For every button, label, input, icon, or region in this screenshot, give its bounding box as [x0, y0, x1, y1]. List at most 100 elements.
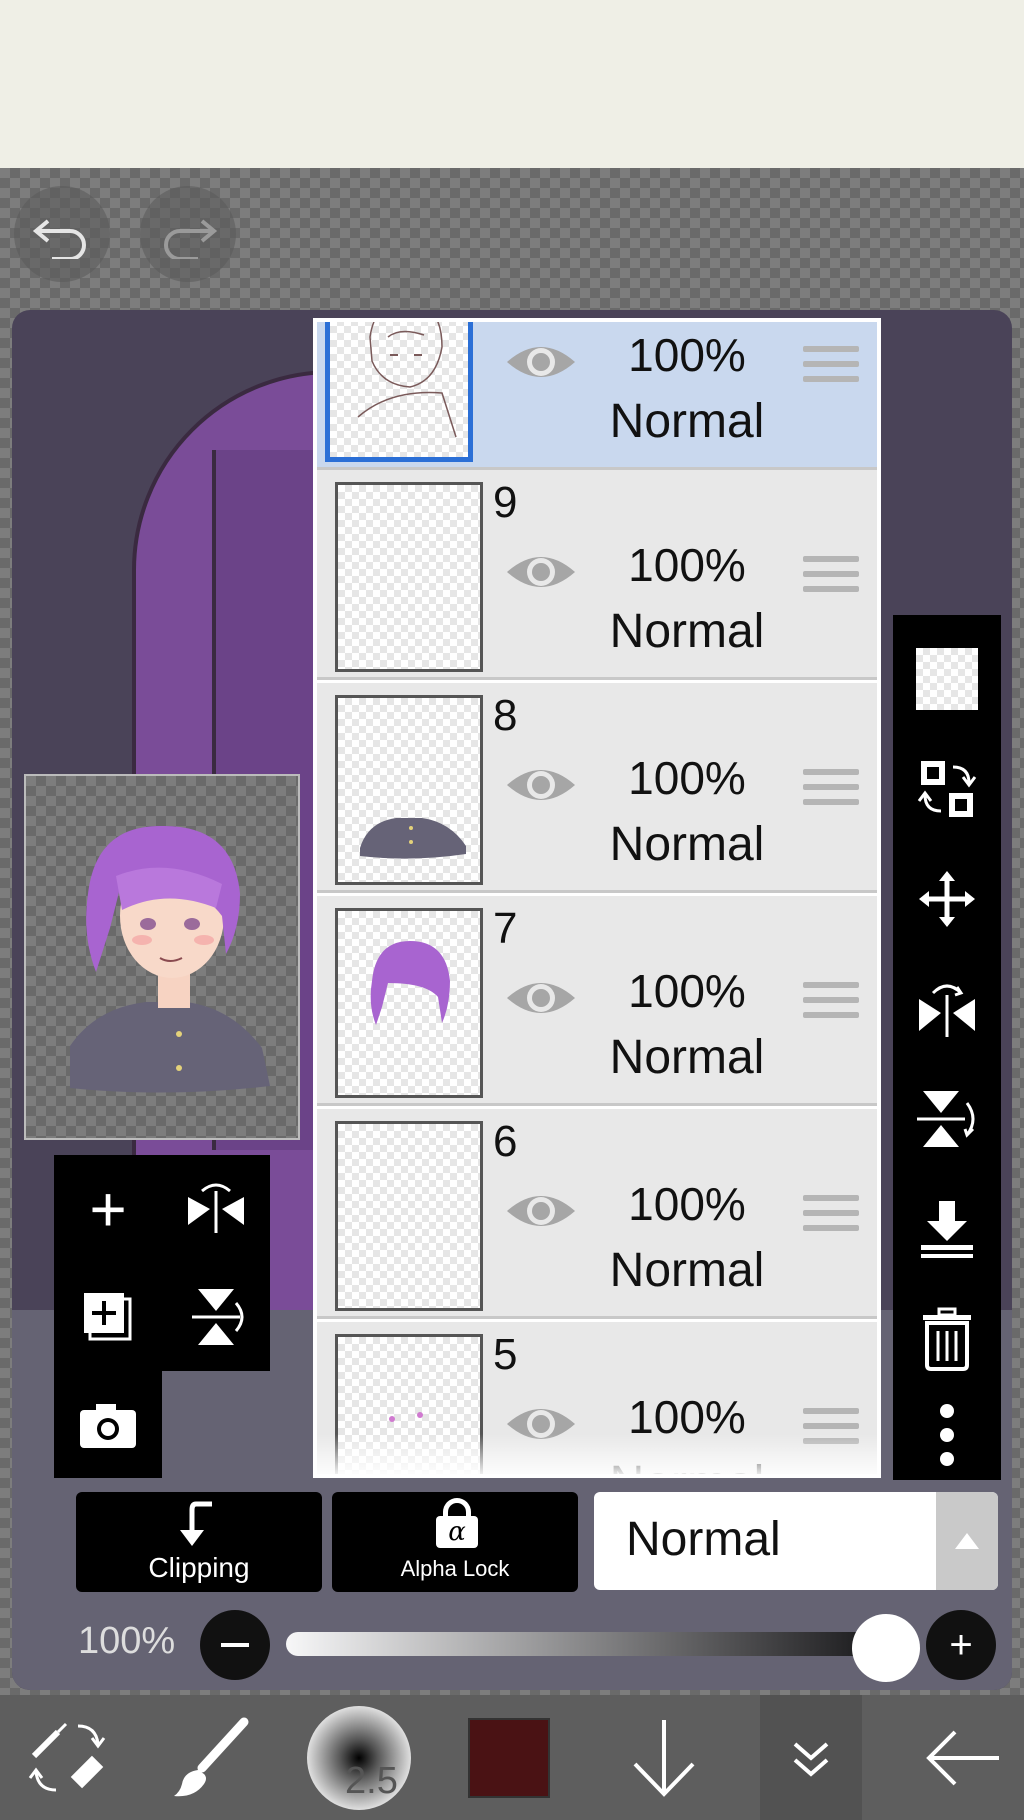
duplicate-layer-icon	[84, 1293, 132, 1341]
layers-list[interactable]: 100% Normal 9 100% Normal 8 100% Normal	[313, 318, 881, 1478]
undo-button[interactable]	[14, 186, 110, 282]
layer-number: 8	[493, 691, 518, 740]
flip-vertical-button[interactable]	[162, 1263, 270, 1371]
triangle-up-icon	[955, 1533, 979, 1549]
more-options-button[interactable]	[903, 1395, 991, 1475]
add-layer-button[interactable]: +	[54, 1155, 162, 1263]
swap-layers-button[interactable]	[903, 745, 991, 833]
opacity-increase-button[interactable]: +	[926, 1610, 996, 1680]
drag-handle-icon[interactable]	[803, 346, 859, 394]
opacity-slider-knob[interactable]	[852, 1614, 920, 1682]
layer-tools-panel: +	[54, 1155, 270, 1478]
pen-eraser-swap-icon	[28, 1722, 106, 1791]
clipping-label: Clipping	[148, 1552, 250, 1583]
delete-layer-button[interactable]	[903, 1295, 991, 1383]
double-chevron-down-icon	[793, 1741, 829, 1777]
blend-mode-value: Normal	[626, 1513, 781, 1566]
layer-down-button[interactable]	[614, 1695, 714, 1820]
opacity-slider-track[interactable]	[286, 1632, 906, 1656]
collapse-button[interactable]	[760, 1695, 862, 1820]
minus-icon	[221, 1643, 249, 1647]
tool-switch-button[interactable]	[18, 1695, 118, 1820]
back-button[interactable]	[908, 1695, 1018, 1820]
hair-thumbnail	[370, 941, 450, 1025]
plus-icon: +	[89, 1173, 127, 1245]
flip-vertical-side-button[interactable]	[903, 1075, 991, 1163]
shirt-thumbnail	[360, 818, 466, 859]
redo-button[interactable]	[140, 186, 236, 282]
brush-tool-button[interactable]	[160, 1695, 260, 1820]
alpha-lock-button[interactable]: α Alpha Lock	[332, 1492, 578, 1592]
opacity-decrease-button[interactable]	[200, 1610, 270, 1680]
layer-thumbnail	[335, 695, 483, 885]
drag-handle-icon[interactable]	[803, 1195, 859, 1243]
brush-size-value: 2.5	[345, 1759, 398, 1802]
layer-row[interactable]: 9 100% Normal	[317, 470, 877, 680]
drag-handle-icon[interactable]	[803, 556, 859, 604]
merge-down-icon	[921, 1201, 973, 1258]
visibility-eye-icon[interactable]	[503, 332, 579, 392]
alpha-glyph: α	[436, 1516, 478, 1548]
visibility-eye-icon[interactable]	[503, 542, 579, 602]
layer-blend-mode: Normal	[609, 395, 765, 448]
flip-horizontal-side-button[interactable]	[903, 965, 991, 1053]
sketch-thumbnail	[357, 322, 457, 438]
layer-row[interactable]: 6 100% Normal	[317, 1109, 877, 1319]
flip-horizontal-icon	[919, 984, 975, 1037]
visibility-eye-icon[interactable]	[503, 1181, 579, 1241]
layer-row[interactable]: 8 100% Normal	[317, 683, 877, 893]
merge-down-button[interactable]	[903, 1185, 991, 1273]
app-top-bar	[0, 0, 1024, 168]
brush-size-preview: 2.5	[307, 1705, 411, 1810]
duplicate-layer-button[interactable]	[54, 1263, 162, 1371]
opacity-percent-label: 100%	[78, 1620, 176, 1662]
layer-row[interactable]: 7 100% Normal	[317, 896, 877, 1106]
layer-side-toolbar	[893, 615, 1001, 1480]
layer-number: 6	[493, 1117, 518, 1166]
lock-icon: α	[436, 1498, 478, 1548]
layer-opacity-row: 100% +	[0, 1602, 1024, 1682]
layer-row[interactable]: 100% Normal	[317, 322, 877, 470]
drag-handle-icon[interactable]	[803, 982, 859, 1030]
layer-number: 5	[493, 1330, 518, 1379]
bottom-toolbar: 2.5	[0, 1695, 1024, 1820]
camera-import-button[interactable]	[54, 1371, 162, 1478]
layers-fade	[317, 1434, 877, 1474]
layer-opacity: 100%	[628, 1178, 746, 1230]
flip-horizontal-icon	[188, 1183, 244, 1233]
trash-icon	[923, 1307, 971, 1371]
swap-icon	[917, 761, 977, 817]
blend-mode-dropdown[interactable]: Normal	[594, 1492, 998, 1590]
clipping-button[interactable]: Clipping	[76, 1492, 322, 1592]
brush-size-button[interactable]: 2.5	[304, 1695, 414, 1820]
flip-vertical-icon	[917, 1091, 975, 1147]
layer-opacity: 100%	[628, 965, 746, 1017]
flip-vertical-icon	[192, 1289, 244, 1345]
checkerboard-icon	[916, 648, 978, 710]
flip-horizontal-button[interactable]	[162, 1155, 270, 1263]
dropdown-arrow-button[interactable]	[936, 1492, 998, 1590]
layer-thumbnail	[325, 322, 473, 462]
drag-handle-icon[interactable]	[803, 769, 859, 817]
move-icon	[919, 871, 975, 927]
layer-blend-mode: Normal	[609, 605, 765, 658]
transparent-fill-button[interactable]	[903, 635, 991, 723]
layer-blend-mode: Normal	[609, 1244, 765, 1297]
visibility-eye-icon[interactable]	[503, 968, 579, 1028]
visibility-eye-icon[interactable]	[503, 755, 579, 815]
layer-thumbnail	[335, 1121, 483, 1311]
color-picker-button[interactable]	[466, 1695, 552, 1820]
brush-icon	[174, 1717, 249, 1796]
arrow-down-icon	[633, 1719, 695, 1797]
layer-opacity: 100%	[628, 539, 746, 591]
more-vertical-icon	[940, 1404, 954, 1466]
layer-number: 7	[493, 904, 518, 953]
preview-character-drawing	[70, 825, 270, 1093]
layer-blend-mode: Normal	[609, 1031, 765, 1084]
move-button[interactable]	[903, 855, 991, 943]
layer-thumbnail	[335, 482, 483, 672]
layer-blend-mode: Normal	[609, 818, 765, 871]
camera-icon	[80, 1403, 136, 1448]
canvas-preview[interactable]	[24, 774, 300, 1140]
layer-number: 9	[493, 478, 518, 527]
